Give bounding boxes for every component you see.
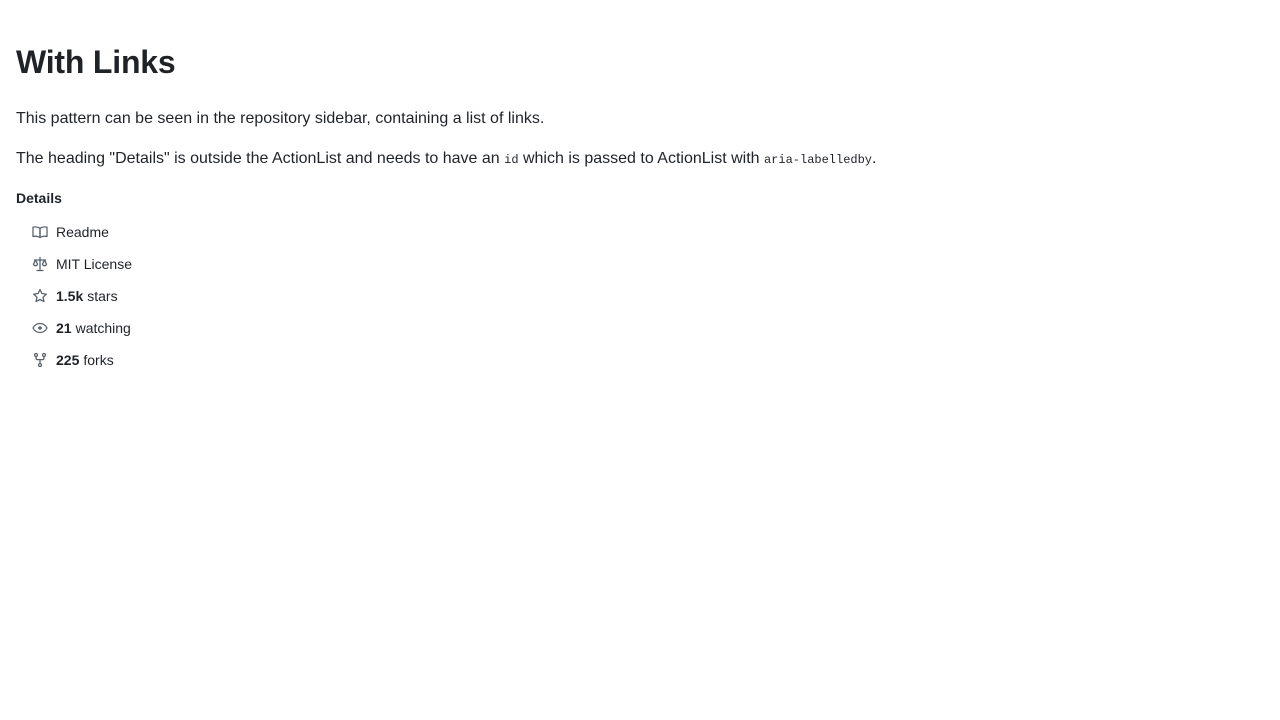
page: With Links This pattern can be seen in t…	[0, 0, 1280, 720]
description-paragraph-2: The heading "Details" is outside the Act…	[16, 147, 876, 172]
eye-icon	[32, 320, 48, 336]
watching-count: 21	[56, 320, 72, 336]
description-text-before: The heading "Details" is outside the Act…	[16, 150, 505, 167]
stars-label: stars	[87, 288, 118, 304]
page-title: With Links	[16, 44, 176, 80]
details-action-list: Readme MIT License 1.5k stars 21 watchin…	[24, 216, 264, 376]
watching-link[interactable]: 21 watching	[24, 312, 264, 344]
description-paragraph-1: This pattern can be seen in the reposito…	[16, 110, 545, 127]
description-text-middle: which is passed to ActionList with	[518, 150, 764, 167]
forks-link[interactable]: 225 forks	[24, 344, 264, 376]
list-item: MIT License	[24, 248, 264, 280]
law-icon	[32, 256, 48, 272]
list-item: 21 watching	[24, 312, 264, 344]
license-link[interactable]: MIT License	[24, 248, 264, 280]
repo-forked-icon	[32, 352, 48, 368]
details-heading: Details	[16, 190, 62, 206]
forks-label: forks	[83, 352, 114, 368]
code-id: id	[504, 153, 519, 167]
readme-label: Readme	[56, 224, 109, 240]
list-item: 225 forks	[24, 344, 264, 376]
book-icon	[32, 224, 48, 240]
star-icon	[32, 288, 48, 304]
watching-label: watching	[75, 320, 131, 336]
stars-link[interactable]: 1.5k stars	[24, 280, 264, 312]
description-text-after: .	[872, 150, 877, 167]
license-label: MIT License	[56, 256, 132, 272]
list-item: 1.5k stars	[24, 280, 264, 312]
list-item: Readme	[24, 216, 264, 248]
readme-link[interactable]: Readme	[24, 216, 264, 248]
stars-count: 1.5k	[56, 288, 84, 304]
code-aria-labelledby: aria-labelledby	[763, 153, 873, 167]
forks-count: 225	[56, 352, 80, 368]
